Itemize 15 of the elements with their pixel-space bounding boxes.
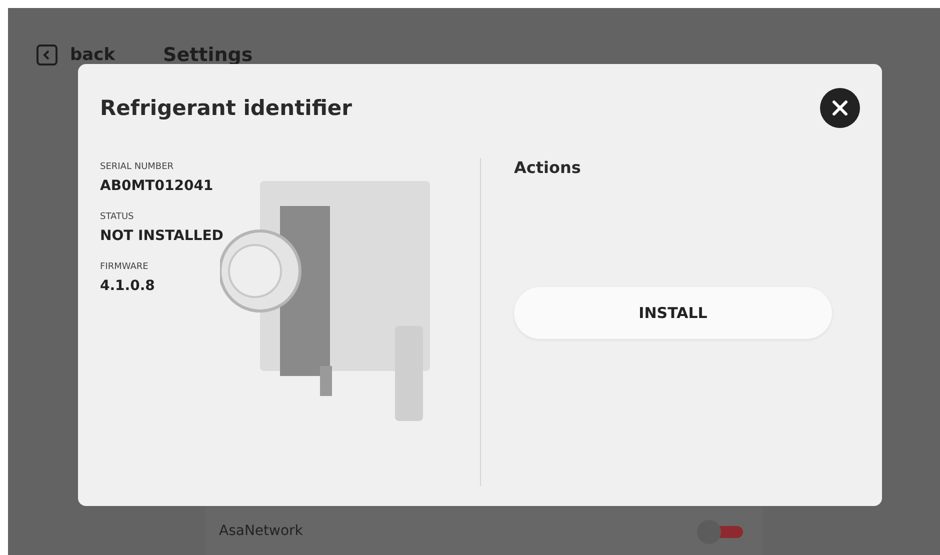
- detail-label: SERIAL NUMBER: [100, 162, 175, 172]
- close-button[interactable]: [820, 88, 860, 128]
- detail-label: STATUS: [100, 212, 135, 222]
- page-title: Settings: [163, 44, 253, 66]
- dialog-title: Refrigerant identifier: [100, 96, 352, 120]
- back-button[interactable]: back: [36, 44, 116, 66]
- close-icon: [832, 100, 848, 116]
- detail-value: AB0MT012041: [100, 178, 214, 194]
- section-title: Actions: [514, 158, 582, 177]
- settings-row[interactable]: AsaNetwork: [205, 507, 763, 555]
- detail-value: 4.1.0.8: [100, 278, 156, 294]
- toggle-switch[interactable]: [697, 520, 743, 542]
- install-button[interactable]: INSTALL: [514, 287, 832, 339]
- detail-label: FIRMWARE: [100, 262, 150, 272]
- row-label: AsaNetwork: [219, 523, 303, 539]
